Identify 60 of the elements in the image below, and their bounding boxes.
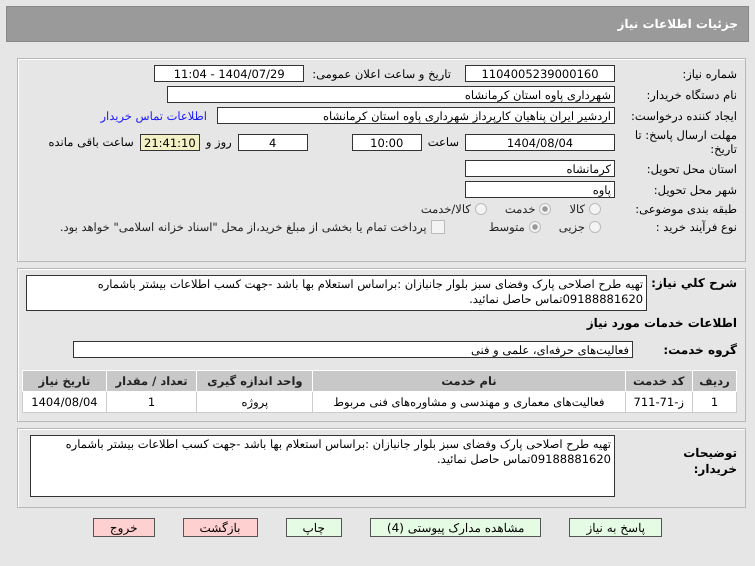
action-button[interactable]: بازگشت xyxy=(182,518,258,537)
province-field: کرمانشاه xyxy=(465,160,615,177)
column-header: کد خدمت xyxy=(625,370,692,392)
table-cell: 1 xyxy=(106,392,197,412)
field-label: تاریخ و ساعت اعلان عمومی: xyxy=(312,66,451,80)
buyer-field: شهرداری پاوه استان کرمانشاه xyxy=(167,86,615,103)
field-label: شرح کلي نياز: xyxy=(651,275,737,291)
field-label: روز و xyxy=(206,135,232,149)
table-cell: ز-71-711 xyxy=(625,392,692,412)
creator-field: اردشیر ایران پناهیان کارپرداز شهرداری پاوه استان کرمانشاه xyxy=(217,107,615,124)
radio-button[interactable] xyxy=(474,203,487,215)
deadline-date-field: 1404/08/04 xyxy=(465,134,615,150)
radio-label: متوسط xyxy=(488,220,525,234)
field-label: توضیحات خریدار: xyxy=(682,445,737,477)
radio-label: کالا xyxy=(569,202,585,216)
column-header: ردیف xyxy=(692,370,736,392)
section-heading: اطلاعات خدمات مورد نیاز xyxy=(586,315,737,331)
page-title: جزئیات اطلاعات نیاز xyxy=(617,17,738,31)
table-cell: 1404/08/04 xyxy=(22,392,106,412)
days-field: 4 xyxy=(238,134,308,150)
action-button[interactable]: چاپ xyxy=(286,518,342,537)
radio-button[interactable] xyxy=(589,221,601,233)
field-label: مهلت ارسال پاسخ: تا تاریخ: xyxy=(634,128,737,156)
column-header: واحد اندازه گیری xyxy=(196,370,313,392)
column-header: نام خدمت xyxy=(312,370,625,392)
field-label: ایجاد کننده درخواست: xyxy=(630,108,737,122)
field-label: نام دستگاه خریدار: xyxy=(645,88,737,102)
radio-button[interactable] xyxy=(589,203,601,215)
table-cell: پروژه xyxy=(196,392,313,412)
service-group-field: فعالیت‌های حرفه‌ای، علمی و فنی xyxy=(73,341,633,358)
announce-date-field: 1404/07/29 - 11:04 xyxy=(154,65,304,82)
radio-label: کالا/خدمت xyxy=(420,202,471,216)
buyer-notes-textarea[interactable]: تهیه طرح اصلاحی پارک وفضای سبز بلوار جانبازان :براساس استعلام بها باشد -جهت کسب اطلاعات بیشتر باشماره 09188881620تماس حاصل نمائید. xyxy=(30,435,615,497)
field-label: شهر محل تحویل: xyxy=(652,182,737,196)
summary-textarea[interactable]: تهیه طرح اصلاحی پارک وفضای سبز بلوار جانبازان :براساس استعلام بها باشد -جهت کسب اطلاعات بیشتر باشماره 09188881620تماس حاصل نمائید. xyxy=(26,275,648,311)
radio-label: جزیی xyxy=(558,220,585,234)
table-cell: 1 xyxy=(692,392,736,412)
column-header: تعداد / مقدار xyxy=(106,370,197,392)
remaining-time-field: 21:41:10 xyxy=(140,134,200,150)
action-button[interactable]: پاسخ به نیاز xyxy=(569,518,662,537)
radio-button[interactable] xyxy=(539,203,552,215)
table-cell: فعالیت‌های معماری و مهندسی و مشاوره‌های فنی مربوط xyxy=(312,392,625,412)
field-label: شماره نیاز: xyxy=(681,66,737,80)
column-header: تاریخ نیاز xyxy=(22,370,106,392)
need-number-field: 1104005239000160 xyxy=(465,65,615,82)
field-label: ساعت xyxy=(428,135,459,149)
checkbox[interactable] xyxy=(430,220,445,234)
action-button[interactable]: خروج xyxy=(92,518,154,537)
field-label: ساعت باقی مانده xyxy=(48,135,134,149)
field-label: استان محل تحویل: xyxy=(646,162,737,176)
field-label: گروه خدمت: xyxy=(662,342,737,358)
action-button[interactable]: مشاهده مدارک پیوستی (4) xyxy=(370,518,542,537)
contact-link[interactable]: اطلاعات تماس خریدار xyxy=(100,108,207,122)
field-label: نوع فرآیند خرید : xyxy=(654,220,737,234)
radio-label: خدمت xyxy=(504,202,536,216)
city-field: پاوه xyxy=(465,181,615,198)
radio-button[interactable] xyxy=(528,221,541,233)
checkbox-label: پرداخت تمام یا بخشی از مبلغ خرید،از محل "اسناد خزانه اسلامی" خواهد بود. xyxy=(60,220,427,234)
field-label: طبقه بندی موضوعی: xyxy=(634,202,737,216)
deadline-time-field: 10:00 xyxy=(352,134,422,150)
